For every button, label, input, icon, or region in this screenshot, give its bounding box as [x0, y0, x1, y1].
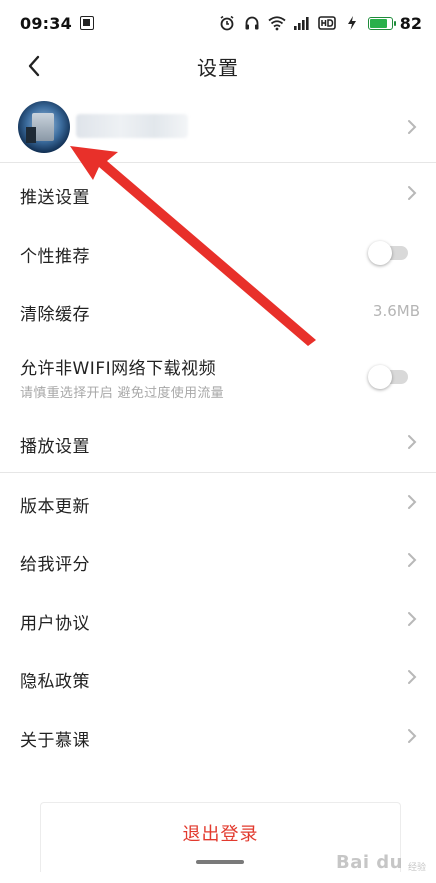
profile-row[interactable] — [0, 92, 436, 162]
signal-icon — [293, 14, 311, 32]
baidu-watermark: Bai du 经验 — [336, 852, 426, 873]
settings-page: 09:34 82 设置 推送设置 个性推荐 清除缓存 3.6MB 允许非WIFI… — [0, 0, 436, 883]
non-wifi-download-hint: 请慎重选择开启 避免过度使用流量 — [20, 386, 224, 401]
user-agreement-label: 用户协议 — [20, 614, 90, 634]
personal-recommend-toggle[interactable] — [368, 241, 408, 265]
clear-cache-row[interactable]: 清除缓存 3.6MB — [0, 281, 436, 339]
watermark-sub: 经验 — [407, 863, 426, 873]
wifi-icon — [268, 14, 286, 32]
alarm-icon — [218, 14, 236, 32]
hd-icon — [317, 14, 336, 32]
page-title: 设置 — [197, 56, 239, 80]
headphone-icon — [243, 14, 261, 32]
chevron-right-icon — [406, 494, 418, 510]
cache-size-value: 3.6MB — [372, 302, 420, 320]
chevron-right-icon — [406, 119, 418, 135]
push-settings-label: 推送设置 — [20, 188, 90, 208]
personal-recommend-row: 个性推荐 — [0, 223, 436, 281]
chevron-right-icon — [406, 669, 418, 685]
push-settings-row[interactable]: 推送设置 — [0, 164, 436, 222]
status-icons: 82 — [218, 14, 422, 33]
avatar[interactable] — [18, 101, 70, 153]
status-time: 09:34 — [20, 13, 72, 33]
chevron-right-icon — [406, 611, 418, 627]
chevron-right-icon — [406, 728, 418, 744]
rate-us-row[interactable]: 给我评分 — [0, 531, 436, 589]
nav-bar: 设置 — [0, 46, 436, 86]
about-row[interactable]: 关于慕课 — [0, 707, 436, 765]
sim-icon — [79, 16, 94, 30]
privacy-policy-row[interactable]: 隐私政策 — [0, 648, 436, 706]
chevron-right-icon — [406, 434, 418, 450]
watermark-logo: Bai du — [335, 852, 403, 873]
battery-fill — [369, 18, 387, 28]
profile-name — [76, 114, 188, 138]
user-agreement-row[interactable]: 用户协议 — [0, 590, 436, 648]
chevron-right-icon — [406, 185, 418, 201]
personal-recommend-label: 个性推荐 — [20, 247, 90, 267]
status-bar: 09:34 82 — [0, 0, 436, 46]
version-update-row[interactable]: 版本更新 — [0, 473, 436, 531]
battery-icon: 82 — [367, 13, 422, 33]
battery-level: 82 — [399, 13, 422, 33]
playback-settings-label: 播放设置 — [20, 437, 90, 457]
non-wifi-download-toggle[interactable] — [368, 365, 408, 389]
non-wifi-download-row: 允许非WIFI网络下载视频 请慎重选择开启 避免过度使用流量 — [0, 345, 436, 409]
divider — [0, 162, 436, 163]
clear-cache-label: 清除缓存 — [20, 305, 90, 325]
version-update-label: 版本更新 — [20, 497, 90, 517]
about-label: 关于慕课 — [20, 731, 90, 751]
playback-settings-row[interactable]: 播放设置 — [0, 413, 436, 471]
charging-icon — [343, 14, 361, 32]
rate-us-label: 给我评分 — [20, 555, 90, 575]
home-indicator[interactable] — [196, 860, 244, 864]
privacy-policy-label: 隐私政策 — [20, 672, 90, 692]
chevron-right-icon — [406, 552, 418, 568]
non-wifi-download-label: 允许非WIFI网络下载视频 — [20, 359, 217, 379]
